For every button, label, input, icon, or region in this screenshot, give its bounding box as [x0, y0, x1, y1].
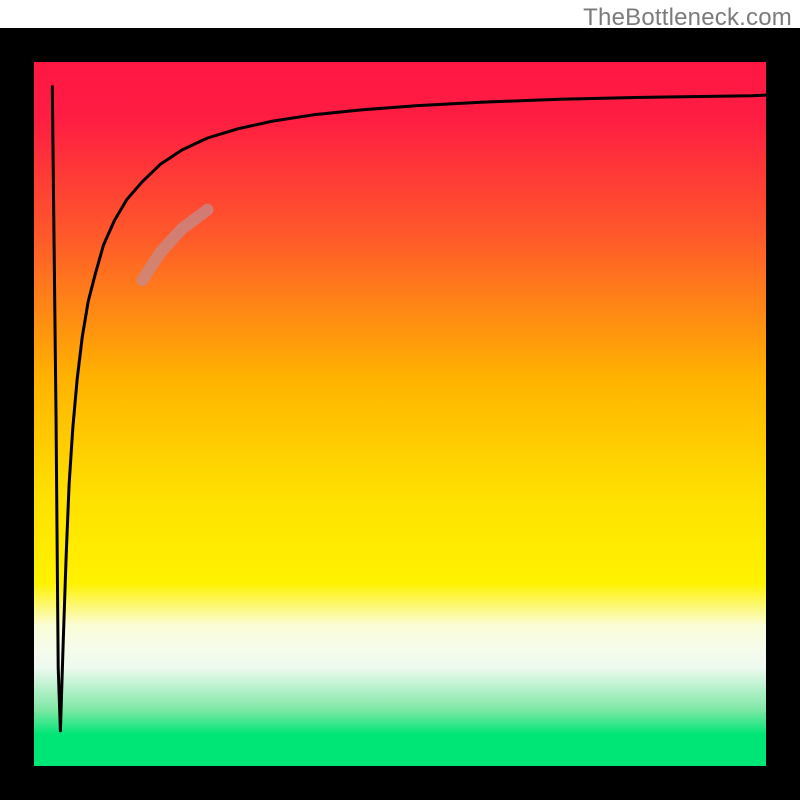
bottleneck-chart — [0, 0, 800, 800]
chart-container: TheBottleneck.com — [0, 0, 800, 800]
watermark-text: TheBottleneck.com — [583, 4, 792, 32]
plot-background — [34, 62, 766, 766]
